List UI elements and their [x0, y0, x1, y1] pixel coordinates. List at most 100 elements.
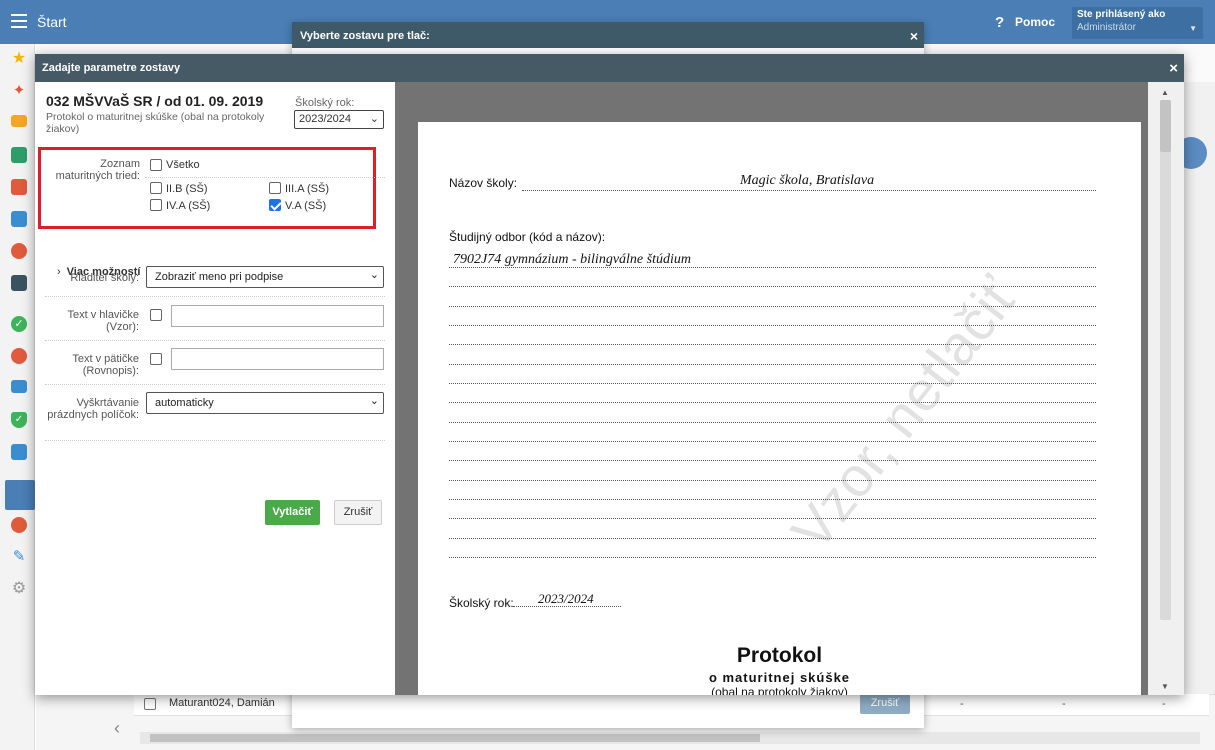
- class-checkbox[interactable]: [269, 199, 281, 211]
- cancel-button[interactable]: Zrušiť: [860, 692, 910, 714]
- class-list-label: Zoznam maturitných tried:: [55, 158, 140, 182]
- divider: [45, 440, 385, 441]
- header-text-input[interactable]: [171, 305, 384, 327]
- footer-text-checkbox[interactable]: [150, 353, 162, 365]
- report-preview[interactable]: Vzor, netlačiť Názov školy: Magic škola,…: [395, 82, 1184, 695]
- dotted-line: [449, 267, 1096, 268]
- chart-badge-icon[interactable]: [11, 348, 27, 364]
- divider: [45, 296, 385, 297]
- class-checkbox[interactable]: [150, 182, 162, 194]
- help-link[interactable]: Pomoc: [1015, 15, 1055, 29]
- help-icon[interactable]: ?: [995, 14, 1004, 31]
- user-menu[interactable]: Ste prihlásený ako Administrátor ▼: [1072, 7, 1203, 39]
- dotted-line: [513, 606, 621, 607]
- dotted-line: [449, 286, 1096, 287]
- cell-value: -: [1062, 698, 1066, 710]
- class-label[interactable]: IV.A (SŠ): [166, 200, 210, 212]
- app-title[interactable]: Štart: [37, 14, 67, 30]
- chevron-left-icon[interactable]: ‹: [114, 718, 120, 739]
- vertical-scrollbar[interactable]: ▲ ▼: [1148, 82, 1184, 695]
- dotted-line: [522, 190, 1096, 191]
- divider: [145, 177, 385, 178]
- school-name-label: Názov školy:: [449, 176, 518, 190]
- school-year-label: Školský rok:: [295, 97, 355, 109]
- check-circle-icon[interactable]: ✓: [11, 316, 27, 332]
- parameters-form: 032 MŠVVaŠ SR / od 01. 09. 2019 Protokol…: [35, 82, 395, 695]
- dialog-title: Vyberte zostavu pre tlač:: [292, 22, 924, 48]
- scroll-up-icon[interactable]: ▲: [1161, 88, 1169, 97]
- scroll-down-icon[interactable]: ▼: [1161, 682, 1169, 691]
- dotted-line: [449, 306, 1096, 307]
- close-icon[interactable]: ×: [1169, 60, 1178, 77]
- home-icon[interactable]: [11, 147, 27, 163]
- dotted-line: [449, 325, 1096, 326]
- school-year-value: 2023/2024: [299, 113, 351, 125]
- row-checkbox[interactable]: [144, 698, 156, 710]
- user-caption: Ste prihlásený ako: [1077, 9, 1166, 20]
- document-note: (obal na protokoly žiakov): [711, 685, 848, 695]
- class-label[interactable]: III.A (SŠ): [285, 183, 329, 195]
- chat-icon[interactable]: [11, 517, 27, 533]
- class-checkbox[interactable]: [150, 199, 162, 211]
- shield-check-icon[interactable]: ✓: [11, 412, 27, 428]
- open-book-icon[interactable]: [5, 480, 35, 510]
- report-title: 032 MŠVVaŠ SR / od 01. 09. 2019: [46, 93, 264, 109]
- director-select[interactable]: Zobraziť meno pri podpise ⌄: [146, 266, 384, 288]
- class-label[interactable]: II.B (SŠ): [166, 183, 208, 195]
- chevron-down-icon: ⌄: [369, 113, 379, 125]
- footer-text-input[interactable]: [171, 348, 384, 370]
- dotted-line: [449, 364, 1096, 365]
- calendar-icon[interactable]: [11, 179, 27, 195]
- person-icon[interactable]: [11, 243, 27, 259]
- header-text-label: Text v hlavičke (Vzor):: [67, 309, 139, 333]
- gear-icon[interactable]: ⚙: [11, 581, 27, 597]
- cell-value: -: [1162, 698, 1166, 710]
- scrollbar-thumb[interactable]: [1160, 100, 1171, 152]
- dotted-line: [449, 480, 1096, 481]
- hamburger-menu-icon[interactable]: [11, 14, 27, 28]
- star-icon[interactable]: ★: [11, 51, 27, 67]
- class-checkbox[interactable]: [269, 182, 281, 194]
- class-label[interactable]: V.A (SŠ): [285, 200, 326, 212]
- report-subtitle: Protokol o maturitnej skúške (obal na pr…: [46, 111, 265, 135]
- dotted-line: [449, 383, 1096, 384]
- pen-icon[interactable]: ✎: [11, 549, 27, 565]
- background-right-panel: [1175, 82, 1215, 694]
- report-parameters-dialog: Zadajte parametre zostavy × 032 MŠVVaŠ S…: [35, 54, 1184, 695]
- cancel-button[interactable]: Zrušiť: [334, 500, 382, 525]
- preview-year-value: 2023/2024: [538, 591, 594, 606]
- scrollbar-track[interactable]: [1160, 100, 1171, 620]
- dotted-line: [449, 344, 1096, 345]
- scrollbar-thumb[interactable]: [150, 734, 760, 742]
- print-button[interactable]: Vytlačiť: [265, 500, 320, 525]
- close-icon[interactable]: ×: [910, 28, 918, 44]
- user-role: Administrátor: [1077, 22, 1136, 33]
- student-name: Maturant024, Damián: [169, 697, 275, 709]
- director-label: Riaditeľ školy:: [70, 272, 139, 284]
- divider: [45, 384, 385, 385]
- document-subtitle: o maturitnej skúške: [708, 670, 851, 685]
- magic-wand-icon[interactable]: ✦: [11, 83, 27, 99]
- preview-year-label: Školský rok:: [449, 596, 514, 610]
- strike-empty-label: Vyškrtávanie prázdnych políčok:: [47, 397, 139, 421]
- chevron-down-icon: ⌄: [369, 269, 379, 281]
- dotted-line: [449, 422, 1096, 423]
- dotted-line: [449, 499, 1096, 500]
- header-text-checkbox[interactable]: [150, 309, 162, 321]
- select-all-checkbox[interactable]: [150, 159, 162, 171]
- icon-sidebar: ★ ✦ ✓ ✓ ✎ ⚙: [0, 44, 35, 750]
- strike-empty-select[interactable]: automaticky ⌄: [146, 392, 384, 414]
- notebook-icon[interactable]: [11, 211, 27, 227]
- preview-page: Vzor, netlačiť Názov školy: Magic škola,…: [418, 122, 1141, 695]
- mail-icon[interactable]: [11, 115, 27, 127]
- horizontal-scrollbar[interactable]: [140, 732, 1200, 744]
- select-all-label[interactable]: Všetko: [166, 159, 200, 171]
- bar-chart-icon[interactable]: [11, 444, 27, 460]
- study-field-value: 7902J74 gymnázium - bilingválne štúdium: [453, 252, 691, 267]
- school-year-select[interactable]: 2023/2024 ⌄: [294, 110, 384, 129]
- schedule-icon[interactable]: [11, 275, 27, 291]
- dotted-line: [449, 557, 1096, 558]
- chevron-down-icon: ⌄: [369, 395, 379, 407]
- briefcase-icon[interactable]: [11, 380, 27, 393]
- document-title: Protokol: [736, 644, 823, 667]
